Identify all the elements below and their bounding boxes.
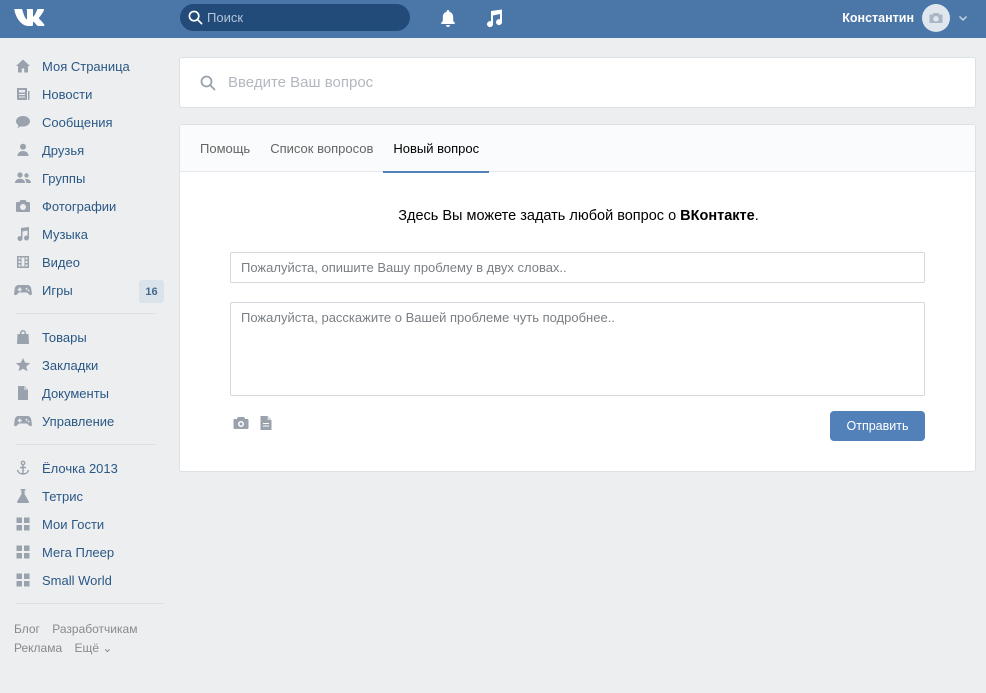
sidebar-item-label: Игры (42, 282, 73, 298)
question-search-box[interactable] (179, 57, 976, 108)
bell-icon[interactable] (438, 8, 458, 28)
header-search[interactable] (180, 4, 410, 31)
support-panel: Помощь Список вопросов Новый вопрос Здес… (179, 124, 976, 472)
sidebar-item-label: Документы (42, 385, 110, 401)
sidebar-item-management[interactable]: Управление (14, 407, 166, 435)
sidebar-item-label: Управление (42, 413, 115, 429)
sidebar-item-label: Группы (42, 170, 86, 186)
attach-document-icon[interactable] (259, 415, 273, 431)
flask-icon (17, 489, 29, 503)
question-search-input[interactable] (228, 58, 948, 107)
home-icon (16, 59, 30, 73)
sidebar-item-label: Видео (42, 254, 80, 270)
sidebar-item-label: Друзья (42, 142, 85, 158)
friends-icon (17, 143, 29, 156)
tab-new-question[interactable]: Новый вопрос (383, 125, 489, 173)
submit-question-button[interactable]: Отправить (830, 411, 925, 441)
music-note-icon[interactable] (484, 8, 504, 28)
header-search-input[interactable] (207, 4, 402, 31)
left-sidebar: Моя Страница Новости Сообщения Друзья Гр… (14, 52, 166, 658)
footer-link-ads[interactable]: Реклама (14, 641, 62, 655)
sidebar-divider (16, 313, 156, 314)
sidebar-divider (16, 603, 164, 604)
sidebar-item-label: Новости (42, 86, 93, 102)
search-icon (188, 10, 203, 25)
sidebar-item-label: Моя Страница (42, 58, 130, 74)
video-icon (17, 256, 29, 268)
footer-link-developers[interactable]: Разработчикам (52, 622, 137, 636)
news-icon (17, 88, 30, 100)
sidebar-item-friends[interactable]: Друзья (14, 136, 166, 164)
sidebar-group-tools: Товары Закладки Документы Управление (14, 323, 166, 435)
sidebar-item-video[interactable]: Видео (14, 248, 166, 276)
intro-text: Здесь Вы можете задать любой вопрос о (398, 208, 681, 224)
avatar[interactable] (922, 4, 950, 32)
games-counter-badge: 16 (139, 280, 164, 303)
sidebar-item-mega-player[interactable]: Мега Плеер (14, 538, 166, 566)
sidebar-group-apps: Ёлочка 2013 Тетрис Мои Гости Мега Плеер … (14, 454, 166, 594)
music-icon (17, 227, 29, 241)
form-intro-text: Здесь Вы можете задать любой вопрос о ВК… (180, 208, 977, 224)
sidebar-item-documents[interactable]: Документы (14, 379, 166, 407)
app-grid-icon (16, 517, 30, 531)
chevron-down-icon[interactable] (958, 13, 968, 23)
question-title-input[interactable] (230, 252, 925, 283)
question-body-textarea[interactable] (230, 302, 925, 396)
sidebar-item-label: Фотографии (42, 198, 117, 214)
sidebar-item-label: Мои Гости (42, 516, 105, 532)
sidebar-item-messages[interactable]: Сообщения (14, 108, 166, 136)
camera-icon (16, 200, 30, 212)
sidebar-item-photos[interactable]: Фотографии (14, 192, 166, 220)
sidebar-item-small-world[interactable]: Small World (14, 566, 166, 594)
groups-icon (15, 172, 31, 183)
user-menu[interactable]: Константин (842, 4, 968, 32)
gamepad-icon (14, 285, 32, 296)
support-tabs: Помощь Список вопросов Новый вопрос (180, 125, 975, 173)
intro-end: . (754, 208, 759, 224)
sidebar-item-my-guests[interactable]: Мои Гости (14, 510, 166, 538)
sidebar-item-bookmarks[interactable]: Закладки (14, 351, 166, 379)
sidebar-item-tetris[interactable]: Тетрис (14, 482, 166, 510)
sidebar-item-my-page[interactable]: Моя Страница (14, 52, 166, 80)
sidebar-item-news[interactable]: Новости (14, 80, 166, 108)
sidebar-item-label: Ёлочка 2013 (42, 460, 118, 476)
app-grid-icon (16, 573, 30, 587)
footer-link-blog[interactable]: Блог (14, 622, 40, 636)
document-icon (18, 386, 28, 400)
search-icon (200, 75, 216, 91)
sidebar-item-label: Тетрис (42, 488, 83, 504)
star-icon (15, 358, 31, 372)
camera-icon (929, 13, 943, 23)
sidebar-item-label: Мега Плеер (42, 544, 115, 560)
sidebar-item-music[interactable]: Музыка (14, 220, 166, 248)
sidebar-item-games[interactable]: Игры 16 (14, 276, 166, 304)
anchor-icon (16, 460, 30, 475)
sidebar-group-main: Моя Страница Новости Сообщения Друзья Гр… (14, 52, 166, 304)
intro-brand: ВКонтакте (680, 208, 755, 224)
sidebar-item-label: Закладки (42, 357, 99, 373)
sidebar-item-groups[interactable]: Группы (14, 164, 166, 192)
tab-help[interactable]: Помощь (190, 125, 260, 172)
sidebar-item-label: Сообщения (42, 114, 113, 130)
sidebar-item-label: Товары (42, 329, 87, 345)
sidebar-item-goods[interactable]: Товары (14, 323, 166, 351)
top-header: Константин (0, 0, 986, 38)
tab-question-list[interactable]: Список вопросов (260, 125, 383, 172)
user-name[interactable]: Константин (842, 11, 914, 25)
sidebar-item-elochka[interactable]: Ёлочка 2013 (14, 454, 166, 482)
messages-icon (16, 116, 30, 128)
app-grid-icon (16, 545, 30, 559)
bag-icon (17, 330, 29, 344)
sidebar-footer: Блог Разработчикам Реклама Ещё ⌄ (14, 620, 166, 658)
footer-link-more[interactable]: Ещё ⌄ (74, 641, 112, 655)
attach-photo-icon[interactable] (232, 415, 250, 431)
sidebar-divider (16, 444, 156, 445)
sidebar-item-label: Музыка (42, 226, 88, 242)
gamepad-icon (14, 416, 32, 427)
sidebar-item-label: Small World (42, 572, 112, 588)
vk-logo-icon[interactable] (14, 7, 48, 29)
